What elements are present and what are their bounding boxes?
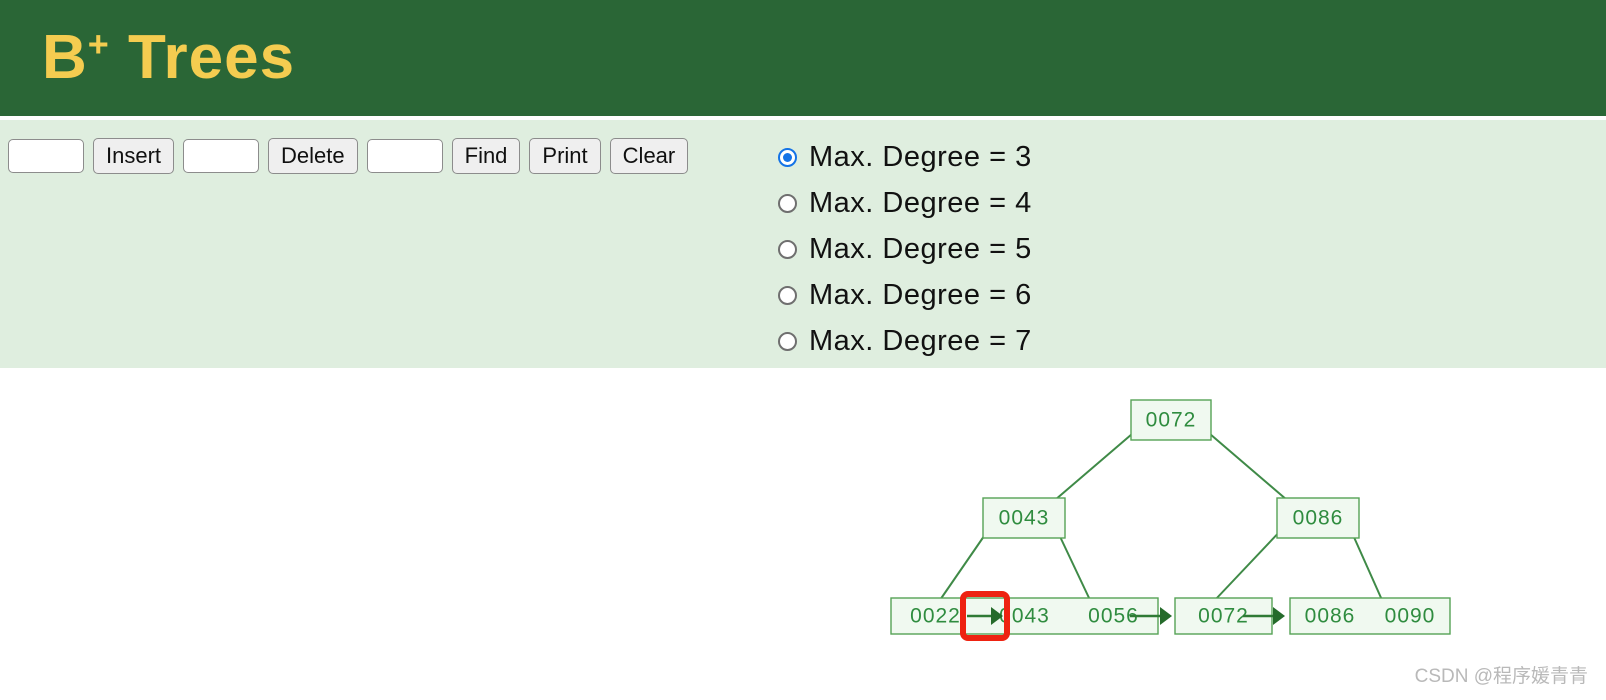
- radio-dot-degree-5[interactable]: [778, 239, 797, 259]
- radio-label-degree-6[interactable]: Max. Degree = 6: [809, 279, 1032, 312]
- page-title: B+ Trees: [42, 22, 295, 94]
- tree-nodes: 00720043 00860022 0043 0056 0072 0086 0090: [890, 399, 1451, 635]
- tree-edge: [1202, 427, 1288, 501]
- insert-input[interactable]: [8, 139, 84, 173]
- delete-button[interactable]: Delete: [268, 138, 358, 174]
- radio-dot-degree-6[interactable]: [778, 285, 797, 305]
- tree-edge: [1054, 427, 1140, 501]
- tree-edge: [1214, 525, 1286, 601]
- internal-node-1-key: 0086: [1293, 507, 1344, 530]
- leaf-node-0-key: 0022: [910, 605, 961, 628]
- radio-option-degree-5[interactable]: Max. Degree = 5: [778, 226, 1032, 272]
- radio-label-degree-5[interactable]: Max. Degree = 5: [809, 233, 1032, 266]
- leaf-pointer-2-arrowhead: [1273, 607, 1285, 625]
- tree-visualization-canvas[interactable]: 0072 0043 0086 0022 0043 0056 0072 0086 0090: [0, 368, 1606, 700]
- leaf-node-2-key: 0086: [1305, 605, 1356, 628]
- leaf-node-1-key: 0072: [1198, 605, 1249, 628]
- radio-option-degree-6[interactable]: Max. Degree = 6: [778, 272, 1032, 318]
- radio-dot-degree-4[interactable]: [778, 193, 797, 213]
- page-title-rest: Trees: [109, 23, 296, 92]
- controls-panel: Insert Delete Find Print Clear Max. Degr…: [0, 120, 1606, 368]
- radio-label-degree-4[interactable]: Max. Degree = 4: [809, 187, 1032, 220]
- print-button[interactable]: Print: [529, 138, 601, 174]
- radio-option-degree-7[interactable]: Max. Degree = 7: [778, 318, 1032, 364]
- radio-dot-degree-7[interactable]: [778, 331, 797, 351]
- leaf-pointer-1-arrowhead: [1160, 607, 1172, 625]
- header-banner: B+ Trees: [0, 0, 1606, 116]
- radio-label-degree-7[interactable]: Max. Degree = 7: [809, 325, 1032, 358]
- leaf-node-2-key: 0090: [1385, 605, 1436, 628]
- insert-button[interactable]: Insert: [93, 138, 175, 174]
- root-node-key: 0072: [1146, 409, 1197, 432]
- radio-option-degree-4[interactable]: Max. Degree = 4: [778, 180, 1032, 226]
- b-plus-tree-diagram: 00720043 00860022 0043 0056 0072 0086 0090: [890, 399, 1451, 641]
- clear-button[interactable]: Clear: [609, 138, 689, 174]
- toolbar: Insert Delete Find Print Clear: [8, 138, 689, 174]
- internal-node-0-key: 0043: [999, 507, 1050, 530]
- find-button[interactable]: Find: [451, 138, 521, 174]
- page-title-superscript: +: [87, 23, 110, 65]
- radio-dot-degree-3[interactable]: [778, 147, 797, 167]
- radio-option-degree-3[interactable]: Max. Degree = 3: [778, 134, 1032, 180]
- radio-label-degree-3[interactable]: Max. Degree = 3: [809, 141, 1032, 174]
- page-title-main: B: [42, 23, 88, 92]
- max-degree-radio-group: Max. Degree = 3 Max. Degree = 4 Max. Deg…: [778, 134, 1032, 364]
- delete-input[interactable]: [183, 139, 260, 173]
- watermark-text: CSDN @程序媛青青: [1414, 666, 1588, 687]
- find-input[interactable]: [366, 139, 443, 173]
